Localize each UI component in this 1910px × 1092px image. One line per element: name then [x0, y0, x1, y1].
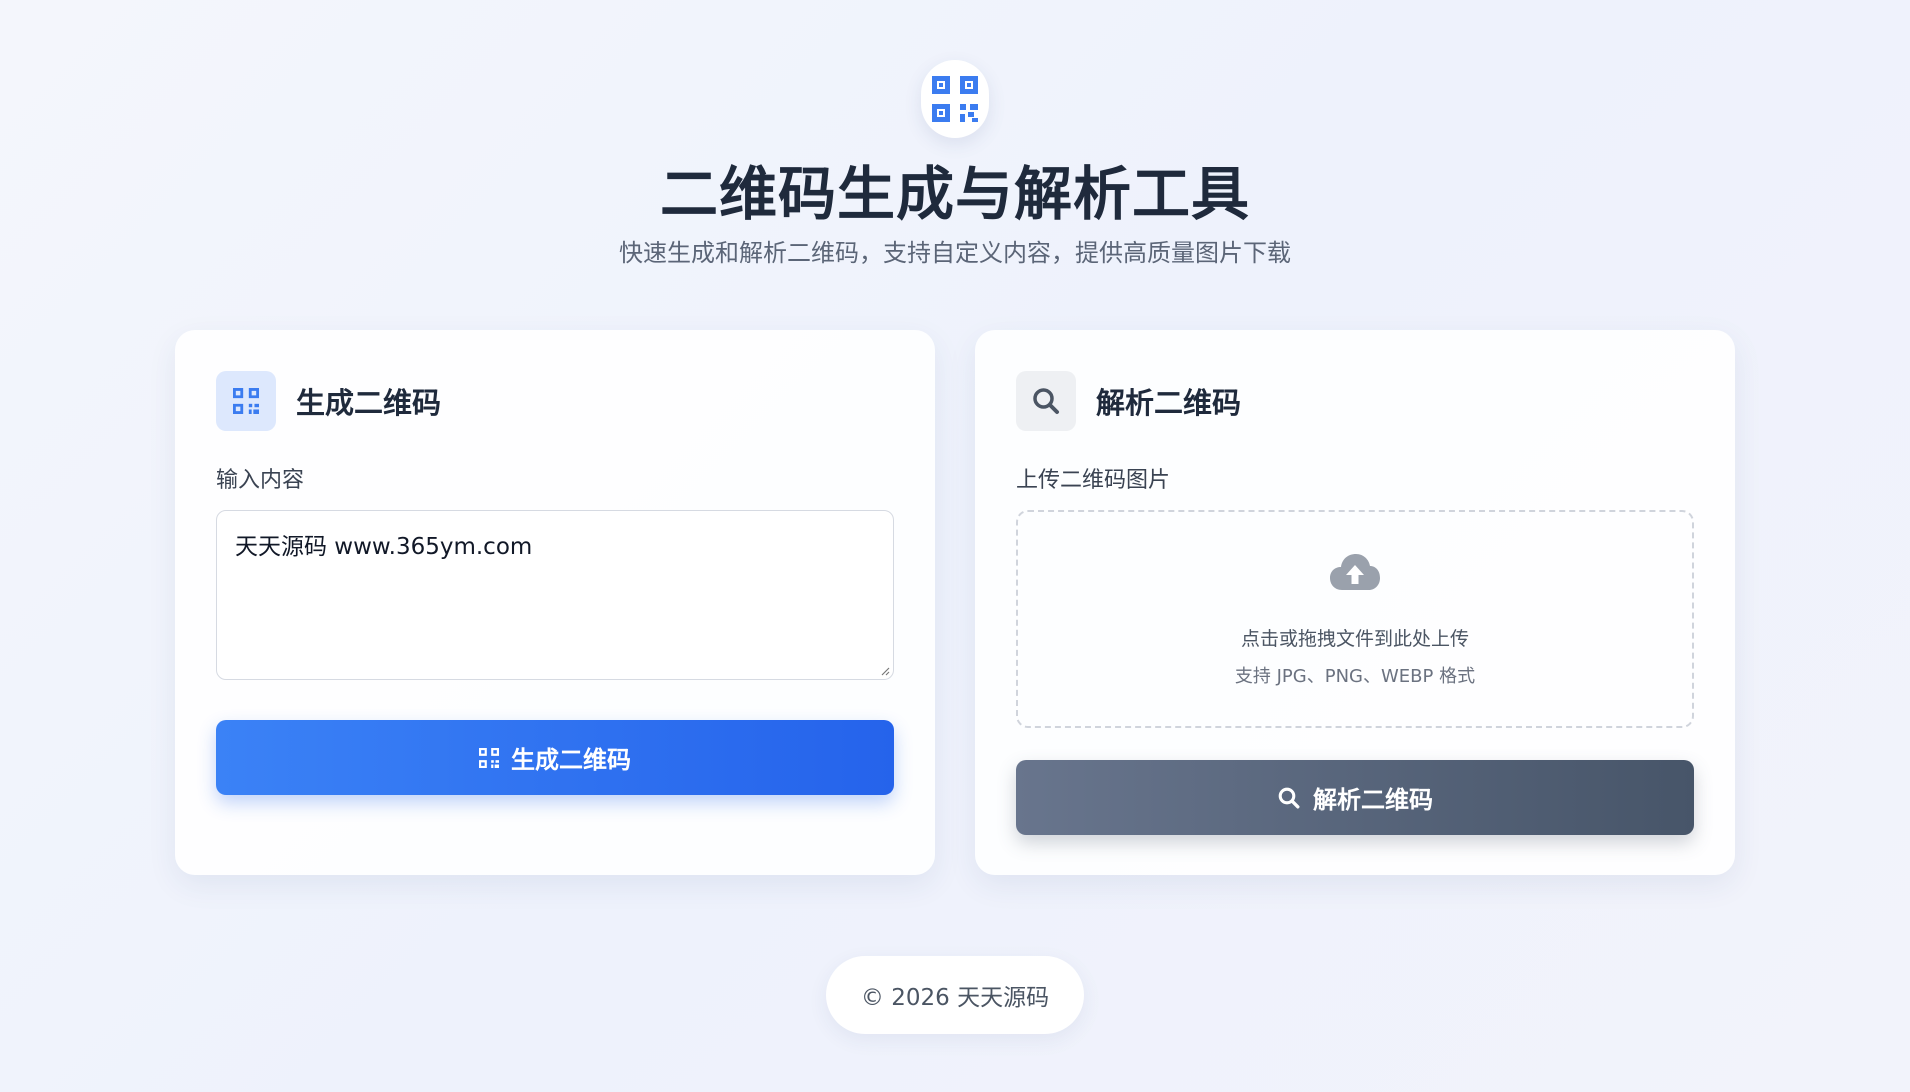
upload-label: 上传二维码图片 — [1016, 468, 1171, 493]
content-input[interactable]: 天天源码 www.365ym.com — [216, 510, 894, 680]
search-icon — [1033, 388, 1059, 414]
qrcode-icon — [479, 747, 499, 768]
cloud-upload-icon — [1330, 554, 1380, 590]
parse-card-title: 解析二维码 — [1096, 386, 1242, 420]
generate-button[interactable]: 生成二维码 — [216, 720, 894, 795]
parse-button-label: 解析二维码 — [1313, 787, 1433, 814]
parse-card-icon — [1016, 371, 1076, 431]
resize-handle-icon[interactable] — [880, 666, 890, 676]
parse-card: 解析二维码 上传二维码图片 点击或拖拽文件到此处上传 支持 JPG、PNG、WE… — [975, 330, 1735, 875]
footer-copyright: © 2026 天天源码 — [826, 956, 1084, 1034]
upload-dropzone[interactable]: 点击或拖拽文件到此处上传 支持 JPG、PNG、WEBP 格式 — [1016, 510, 1694, 728]
generate-card-icon — [216, 371, 276, 431]
search-icon — [1278, 787, 1300, 808]
generate-card: 生成二维码 输入内容 天天源码 www.365ym.com 生成二维码 — [175, 330, 935, 875]
generate-button-label: 生成二维码 — [511, 747, 631, 774]
content-input-label: 输入内容 — [216, 468, 305, 493]
upload-formats: 支持 JPG、PNG、WEBP 格式 — [1234, 666, 1476, 687]
app-logo — [921, 60, 989, 138]
page-subtitle: 快速生成和解析二维码，支持自定义内容，提供高质量图片下载 — [619, 239, 1291, 267]
copyright-text: © 2026 天天源码 — [860, 985, 1050, 1011]
parse-card-header: 解析二维码 — [1016, 371, 1241, 431]
qrcode-icon — [233, 388, 259, 414]
upload-hint: 点击或拖拽文件到此处上传 — [1240, 628, 1469, 650]
generate-card-title: 生成二维码 — [296, 386, 442, 420]
content-input-value: 天天源码 www.365ym.com — [235, 534, 533, 560]
parse-button[interactable]: 解析二维码 — [1016, 760, 1694, 835]
page-title: 二维码生成与解析工具 — [659, 160, 1250, 228]
generate-card-header: 生成二维码 — [216, 371, 441, 431]
qrcode-icon — [932, 76, 978, 122]
